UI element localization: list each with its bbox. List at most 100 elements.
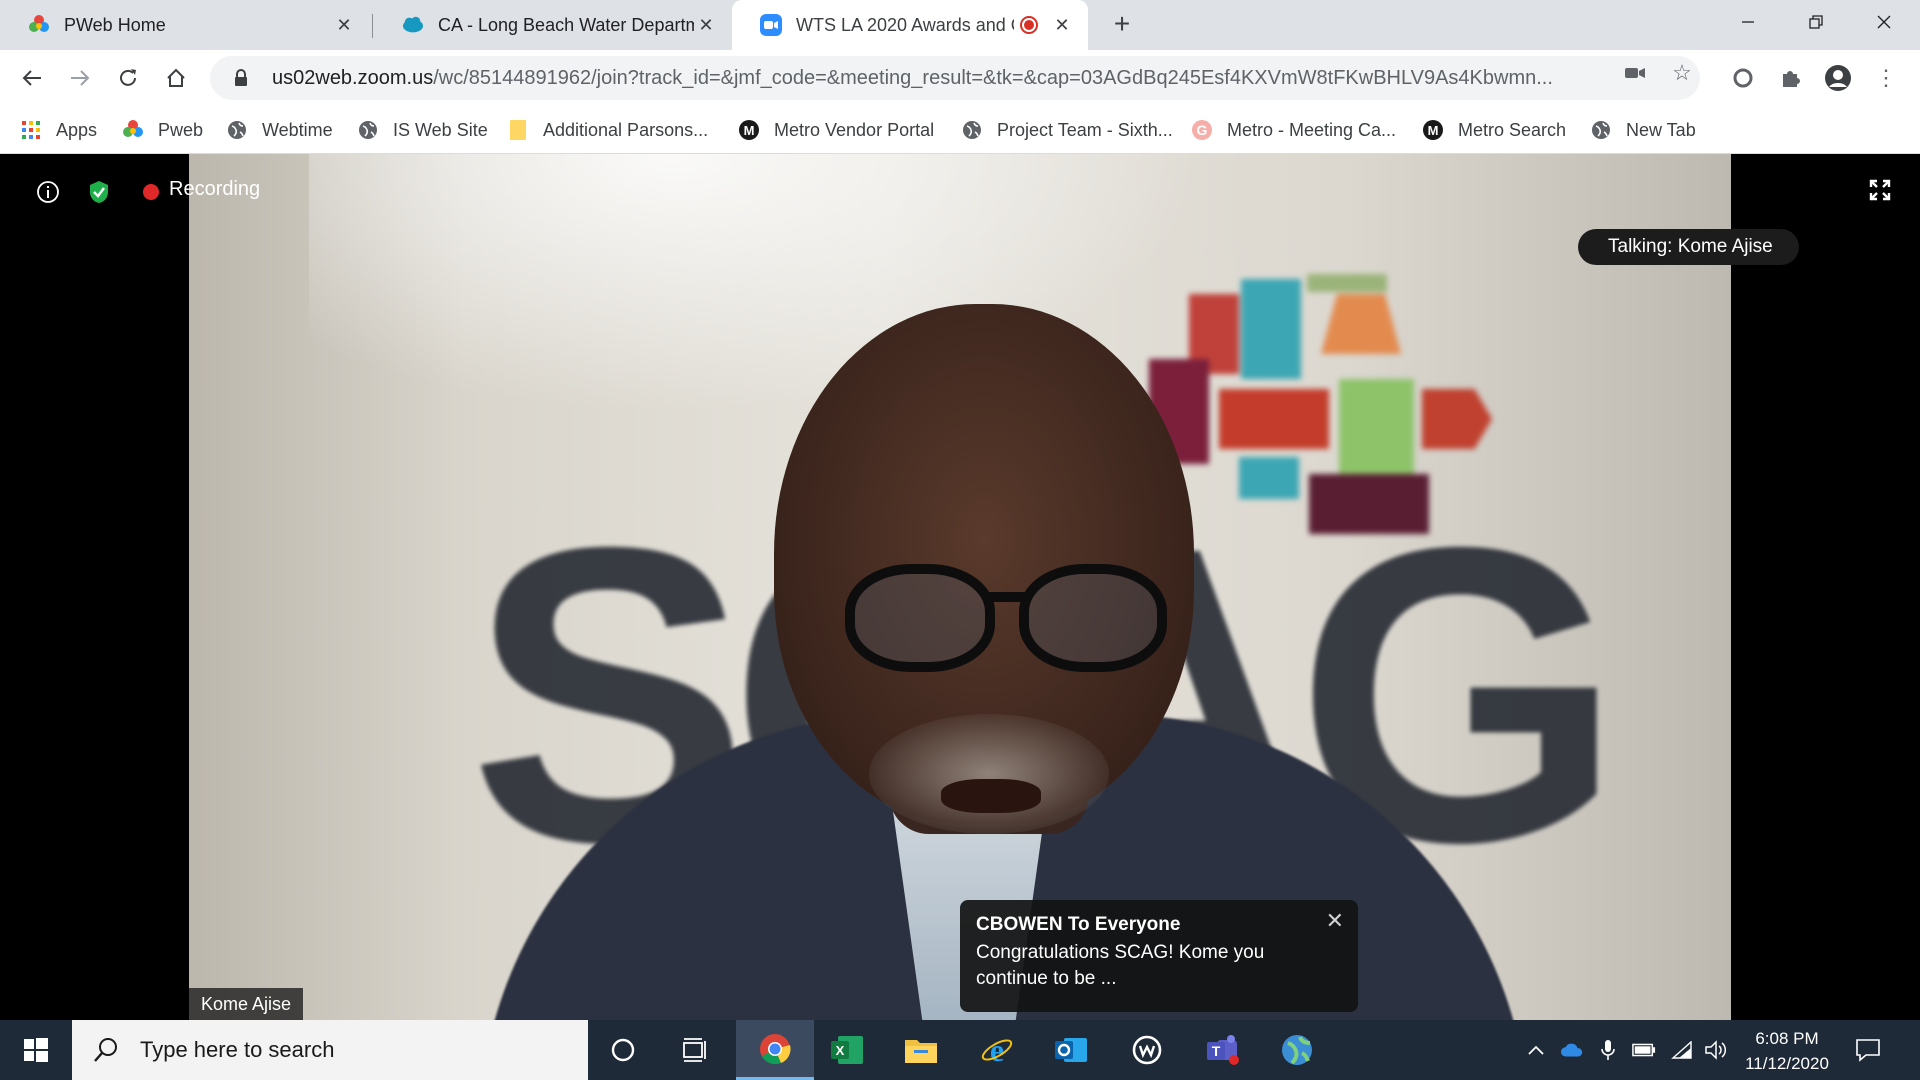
star-bookmark-icon[interactable]: ☆	[1669, 60, 1695, 86]
bookmark-label: Metro - Meeting Ca...	[1227, 119, 1397, 140]
tab-pweb-home[interactable]: PWeb Home ✕	[0, 0, 370, 50]
extension-circle-icon[interactable]	[1727, 62, 1759, 94]
excel-icon[interactable]: X	[810, 1020, 884, 1080]
apps-grid-icon	[20, 119, 42, 141]
svg-text:X: X	[836, 1043, 845, 1058]
bookmark-label: Project Team - Sixth...	[997, 119, 1173, 140]
svg-text:G: G	[1197, 122, 1208, 138]
svg-text:M: M	[1428, 123, 1439, 138]
minimize-icon[interactable]	[1728, 6, 1768, 38]
tab-strip: PWeb Home ✕ CA - Long Beach Water Depart…	[0, 0, 1920, 50]
folder-icon	[507, 119, 529, 141]
chat-sender: CBOWEN To Everyone	[976, 914, 1181, 935]
bookmark-label: Pweb	[158, 119, 204, 140]
new-tab-button[interactable]: +	[1108, 10, 1136, 39]
close-tab-icon[interactable]: ✕	[332, 13, 356, 37]
bookmark-label: Apps	[56, 119, 98, 140]
lock-icon[interactable]	[230, 67, 252, 89]
bookmark-metro-vendor-portal[interactable]: M Metro Vendor Portal	[738, 114, 934, 146]
camera-icon[interactable]	[1622, 60, 1648, 86]
encryption-shield-icon[interactable]	[87, 180, 111, 204]
talking-indicator: Talking: Kome Ajise	[1578, 229, 1799, 265]
metro-m-icon: M	[738, 119, 760, 141]
meeting-info-icon[interactable]	[36, 180, 60, 204]
chrome-taskbar-icon[interactable]	[736, 1020, 814, 1080]
bookmark-additional-parsons[interactable]: Additional Parsons...	[507, 114, 708, 146]
globe-icon	[357, 119, 379, 141]
microphone-icon[interactable]	[1596, 1038, 1620, 1062]
fullscreen-icon[interactable]	[1868, 178, 1892, 202]
home-icon[interactable]	[160, 62, 192, 94]
bookmark-label: Metro Search	[1458, 119, 1567, 140]
pweb-favicon-icon	[122, 119, 144, 141]
chrome-menu-icon[interactable]: ⋮	[1870, 62, 1902, 94]
taskbar-search-input[interactable]: Type here to search	[72, 1020, 588, 1080]
search-icon	[92, 1036, 120, 1064]
speaker-beard	[869, 714, 1109, 834]
tab-title: WTS LA 2020 Awards and Ga	[796, 14, 1014, 35]
chat-notification[interactable]: CBOWEN To Everyone Congratulations SCAG!…	[960, 900, 1358, 1012]
search-placeholder: Type here to search	[140, 1037, 335, 1062]
recording-label[interactable]: Recording	[169, 178, 260, 201]
windows-taskbar: Type here to search X e T 6:08 PM 11/12/…	[0, 1020, 1920, 1080]
tab-title: PWeb Home	[64, 14, 166, 35]
bookmark-webtime[interactable]: Webtime	[226, 114, 333, 146]
internet-explorer-icon[interactable]: e	[960, 1020, 1034, 1080]
cortana-icon[interactable]	[586, 1020, 660, 1080]
recording-indicator-icon	[1020, 16, 1038, 34]
bookmark-label: Webtime	[262, 119, 333, 140]
bookmark-label: Metro Vendor Portal	[774, 119, 935, 140]
bookmark-project-team-sixth[interactable]: Project Team - Sixth...	[961, 114, 1173, 146]
clock-date: 11/12/2020	[1745, 1054, 1829, 1073]
action-center-icon[interactable]	[1854, 1036, 1882, 1064]
browser-toolbar: us02web.zoom.us/wc/85144891962/join?trac…	[0, 50, 1920, 106]
bookmark-metro-search[interactable]: M Metro Search	[1422, 114, 1566, 146]
close-tab-icon[interactable]: ✕	[1050, 13, 1074, 37]
teams-icon[interactable]: T	[1186, 1020, 1260, 1080]
bookmark-metro-meeting-ca[interactable]: G Metro - Meeting Ca...	[1191, 114, 1396, 146]
bookmark-label: New Tab	[1626, 119, 1696, 140]
reload-icon[interactable]	[112, 62, 144, 94]
svg-text:e: e	[990, 1033, 1004, 1067]
bookmark-new-tab[interactable]: New Tab	[1590, 114, 1696, 146]
participant-name-tag: Kome Ajise	[189, 988, 304, 1020]
task-view-icon[interactable]	[658, 1020, 732, 1080]
file-explorer-icon[interactable]	[884, 1020, 958, 1080]
volume-icon[interactable]	[1704, 1038, 1728, 1062]
speaker-mouth	[941, 779, 1041, 813]
pweb-favicon-icon	[28, 14, 50, 36]
tab-title: CA - Long Beach Water Department	[438, 14, 694, 35]
svg-text:M: M	[744, 123, 755, 138]
restore-icon[interactable]	[1796, 6, 1836, 38]
url-text: us02web.zoom.us/wc/85144891962/join?trac…	[272, 66, 1553, 89]
puzzle-extensions-icon[interactable]	[1774, 62, 1806, 94]
outlook-icon[interactable]	[1034, 1020, 1108, 1080]
show-hidden-icons-icon[interactable]	[1524, 1038, 1548, 1062]
web-globe-app-icon[interactable]	[1260, 1020, 1334, 1080]
battery-icon[interactable]	[1632, 1038, 1656, 1062]
glasses-left-lens	[845, 564, 995, 672]
close-tab-icon[interactable]: ✕	[694, 13, 718, 37]
close-window-icon[interactable]	[1864, 6, 1904, 38]
tab-wts-la-awards[interactable]: WTS LA 2020 Awards and Ga ✕	[732, 0, 1088, 50]
bookmark-pweb[interactable]: Pweb	[122, 114, 203, 146]
tab-long-beach-water[interactable]: CA - Long Beach Water Department ✕	[374, 0, 732, 50]
bookmark-apps[interactable]: Apps	[20, 114, 97, 146]
back-icon[interactable]	[16, 62, 48, 94]
g-icon: G	[1191, 119, 1213, 141]
address-bar[interactable]: us02web.zoom.us/wc/85144891962/join?trac…	[210, 56, 1700, 100]
workplace-icon[interactable]	[1110, 1020, 1184, 1080]
zoom-meeting-area: SCAG Recording Talking: Kome Ajise Kome …	[0, 154, 1920, 1020]
wifi-icon[interactable]	[1670, 1038, 1694, 1062]
glasses-right-lens	[1019, 564, 1167, 672]
profile-avatar-icon[interactable]	[1822, 62, 1854, 94]
bookmark-is-web-site[interactable]: IS Web Site	[357, 114, 488, 146]
onedrive-icon[interactable]	[1560, 1038, 1584, 1062]
glasses-bridge	[989, 592, 1025, 602]
svg-text:T: T	[1212, 1043, 1221, 1059]
salesforce-cloud-icon	[402, 14, 424, 36]
close-chat-notification-icon[interactable]: ✕	[1326, 908, 1344, 934]
windows-start-icon[interactable]	[0, 1020, 72, 1080]
system-clock[interactable]: 6:08 PM 11/12/2020	[1732, 1026, 1842, 1076]
forward-icon[interactable]	[64, 62, 96, 94]
